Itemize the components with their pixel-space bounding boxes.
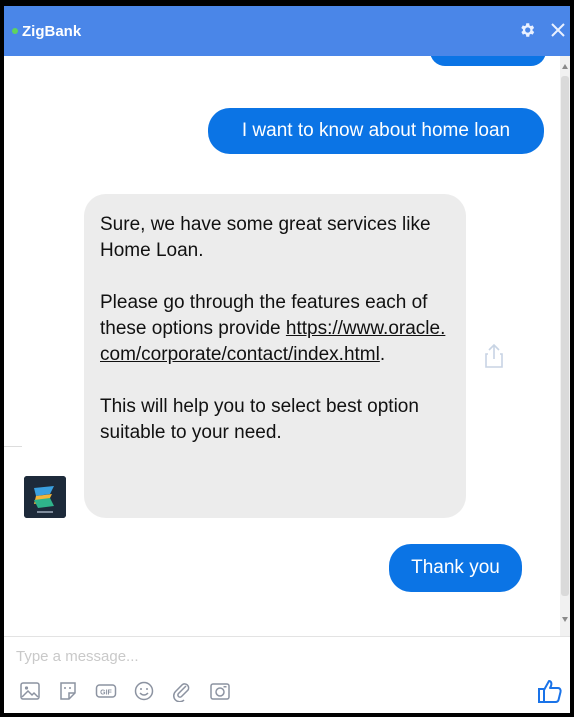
scroll-up-icon[interactable] <box>562 64 568 69</box>
chat-window: ZigBank I want to know about home loan S… <box>0 0 574 717</box>
scrollbar-thumb[interactable] <box>561 76 569 596</box>
thumbs-up-icon[interactable] <box>536 677 564 705</box>
gear-icon[interactable] <box>518 21 536 42</box>
attachment-icon[interactable] <box>170 679 194 703</box>
bot-message-paragraph: This will help you to select best option… <box>100 396 419 443</box>
image-icon[interactable] <box>18 679 42 703</box>
bot-message-paragraph: Sure, we have some great services like H… <box>100 214 431 261</box>
chat-title: ZigBank <box>22 22 82 40</box>
chat-header: ZigBank <box>4 6 570 56</box>
message-composer: GIF <box>4 636 570 713</box>
divider <box>4 446 22 447</box>
online-status-dot <box>12 28 18 34</box>
user-message: Thank you <box>389 544 522 592</box>
avatar <box>24 476 66 518</box>
conversation-area[interactable]: I want to know about home loan Sure, we … <box>4 56 570 636</box>
composer-tools: GIF <box>18 679 232 703</box>
close-icon[interactable] <box>550 20 566 42</box>
gif-icon[interactable]: GIF <box>94 679 118 703</box>
share-icon[interactable] <box>484 343 504 369</box>
svg-text:GIF: GIF <box>100 690 112 697</box>
previous-message-bubble <box>430 56 546 66</box>
user-message: I want to know about home loan <box>208 108 544 154</box>
sticker-icon[interactable] <box>56 679 80 703</box>
message-input[interactable] <box>16 645 316 667</box>
scrollbar[interactable] <box>560 56 570 636</box>
emoji-icon[interactable] <box>132 679 156 703</box>
camera-icon[interactable] <box>208 679 232 703</box>
bot-message: Sure, we have some great services like H… <box>84 194 466 518</box>
header-actions <box>518 6 566 56</box>
scroll-down-icon[interactable] <box>562 617 568 622</box>
bot-message-paragraph: Please go through the features each of t… <box>100 292 446 365</box>
